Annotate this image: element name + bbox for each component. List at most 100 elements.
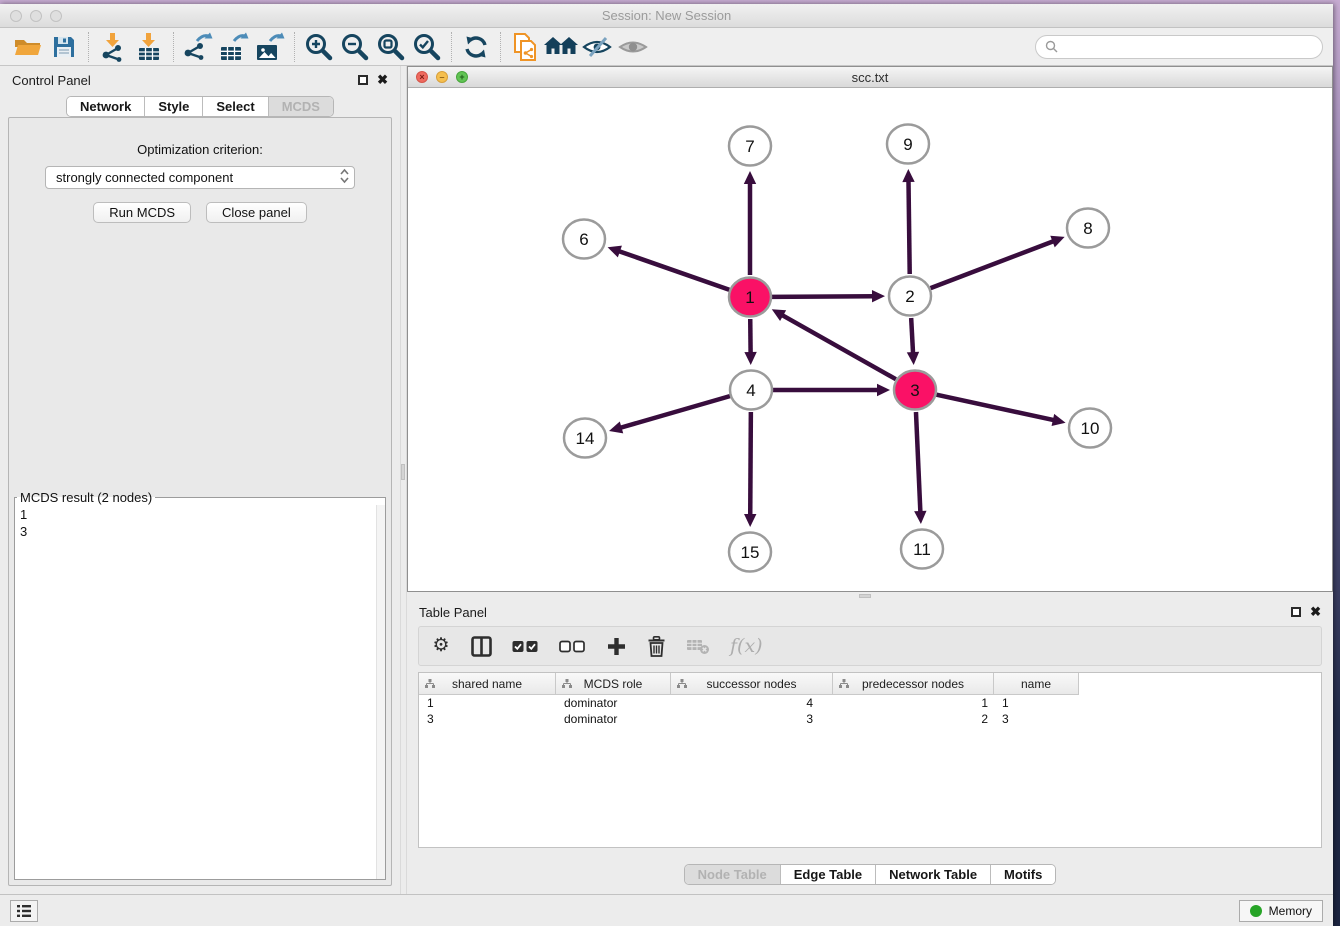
show-details-eye-icon[interactable] [615, 30, 651, 64]
graph-node-14[interactable]: 14 [564, 419, 606, 458]
tab-network-table[interactable]: Network Table [876, 865, 991, 884]
tab-style[interactable]: Style [145, 97, 203, 116]
tab-edge-table[interactable]: Edge Table [781, 865, 876, 884]
open-session-icon[interactable] [10, 30, 46, 64]
deselect-all-checkboxes-icon[interactable] [559, 633, 586, 659]
close-table-panel-icon[interactable]: ✖ [1310, 607, 1321, 617]
tab-select[interactable]: Select [203, 97, 268, 116]
zoom-window-button[interactable] [50, 10, 62, 22]
toolbar-separator [173, 32, 174, 62]
table-cell[interactable]: 3 [671, 711, 833, 727]
graph-node-2[interactable]: 2 [889, 277, 931, 316]
table-cell[interactable]: 1 [419, 695, 556, 711]
duplicate-network-icon[interactable] [507, 30, 543, 64]
graph-edge-2-9[interactable] [908, 180, 909, 274]
graph-edge-3-11[interactable] [916, 412, 920, 513]
run-mcds-button[interactable]: Run MCDS [93, 202, 191, 223]
graph-edge-4-14[interactable] [620, 396, 730, 428]
table-cell[interactable]: 2 [833, 711, 994, 727]
hide-details-eye-icon[interactable] [579, 30, 615, 64]
add-column-plus-icon[interactable] [606, 633, 626, 659]
graph-node-1[interactable]: 1 [729, 278, 771, 317]
tab-network[interactable]: Network [67, 97, 145, 116]
graph-node-4[interactable]: 4 [730, 371, 772, 410]
import-network-icon[interactable] [95, 30, 131, 64]
criterion-dropdown[interactable]: strongly connected component [45, 166, 355, 189]
graph-edge-arrowhead [609, 421, 623, 433]
zoom-fit-icon[interactable] [373, 30, 409, 64]
graph-node-9[interactable]: 9 [887, 125, 929, 164]
graph-edge-1-6[interactable] [618, 251, 729, 290]
table-cell[interactable]: 1 [994, 695, 1079, 711]
graph-edge-3-1[interactable] [781, 315, 895, 380]
table-cell[interactable]: 4 [671, 695, 833, 711]
show-column-panel-icon[interactable] [471, 633, 492, 659]
graph-node-6[interactable]: 6 [563, 220, 605, 259]
close-panel-button[interactable]: Close panel [206, 202, 307, 223]
table-cell[interactable]: 3 [994, 711, 1079, 727]
horizontal-splitter[interactable] [407, 592, 1333, 600]
float-table-panel-icon[interactable] [1291, 607, 1301, 617]
graph-edge-3-10[interactable] [936, 395, 1054, 421]
dropdown-stepper-icon [339, 168, 350, 187]
control-panel-header: Control Panel ✖ [0, 66, 400, 94]
network-canvas[interactable]: 7 9 6 8 1 2 4 3 14 10 15 11 [408, 88, 1332, 591]
graph-node-8[interactable]: 8 [1067, 209, 1109, 248]
table-settings-gear-icon[interactable]: ⚙ [431, 633, 451, 659]
column-header-name[interactable]: name [994, 673, 1079, 695]
float-panel-icon[interactable] [358, 75, 368, 85]
graph-edge-4-15[interactable] [750, 412, 751, 516]
table-cell[interactable]: 3 [419, 711, 556, 727]
zoom-out-icon[interactable] [337, 30, 373, 64]
column-header-shared-name[interactable]: shared name [419, 673, 556, 695]
table-toolbar: ⚙ [418, 626, 1322, 666]
vertical-splitter[interactable] [400, 66, 407, 894]
column-header-predecessor-nodes[interactable]: predecessor nodes [833, 673, 994, 695]
network-minimize-button[interactable]: – [436, 71, 448, 83]
tab-mcds[interactable]: MCDS [269, 97, 333, 116]
minimize-window-button[interactable] [30, 10, 42, 22]
tab-motifs[interactable]: Motifs [991, 865, 1055, 884]
select-all-checkboxes-icon[interactable] [512, 633, 539, 659]
close-window-button[interactable] [10, 10, 22, 22]
column-header-mcds-role[interactable]: MCDS role [556, 673, 671, 695]
first-neighbors-icon[interactable] [543, 30, 579, 64]
network-close-button[interactable]: × [416, 71, 428, 83]
graph-node-3[interactable]: 3 [894, 371, 936, 410]
import-table-icon[interactable] [131, 30, 167, 64]
splitter-handle[interactable] [401, 464, 405, 480]
result-scrollbar[interactable] [376, 505, 385, 879]
delete-column-trash-icon[interactable] [646, 633, 666, 659]
refresh-icon[interactable] [458, 30, 494, 64]
table-row: 3dominator323 [419, 711, 1321, 727]
table-cell[interactable]: 1 [833, 695, 994, 711]
graph-edge-arrowhead [608, 246, 622, 258]
export-image-icon[interactable] [252, 30, 288, 64]
graph-node-10[interactable]: 10 [1069, 409, 1111, 448]
close-panel-icon[interactable]: ✖ [377, 75, 388, 85]
splitter-handle[interactable] [859, 594, 871, 598]
task-history-button[interactable] [10, 900, 38, 922]
graph-node-label: 6 [579, 230, 588, 249]
graph-node-15[interactable]: 15 [729, 533, 771, 572]
tab-node-table[interactable]: Node Table [685, 865, 781, 884]
memory-button[interactable]: Memory [1239, 900, 1323, 922]
table-cell[interactable]: dominator [556, 711, 671, 727]
export-table-icon[interactable] [216, 30, 252, 64]
graph-edge-1-2[interactable] [772, 296, 874, 297]
zoom-selected-icon[interactable] [409, 30, 445, 64]
search-input[interactable] [1064, 38, 1313, 55]
graph-node-7[interactable]: 7 [729, 127, 771, 166]
table-cell[interactable]: dominator [556, 695, 671, 711]
save-session-icon[interactable] [46, 30, 82, 64]
mcds-result-text[interactable]: 1 3 [15, 505, 376, 879]
zoom-in-icon[interactable] [301, 30, 337, 64]
graph-edge-2-3[interactable] [911, 318, 913, 354]
network-maximize-button[interactable]: + [456, 71, 468, 83]
graph-node-label: 15 [741, 543, 760, 562]
graph-edge-2-8[interactable] [931, 241, 1055, 288]
export-network-icon[interactable] [180, 30, 216, 64]
graph-node-11[interactable]: 11 [901, 530, 943, 569]
list-icon [16, 904, 32, 918]
column-header-successor-nodes[interactable]: successor nodes [671, 673, 833, 695]
